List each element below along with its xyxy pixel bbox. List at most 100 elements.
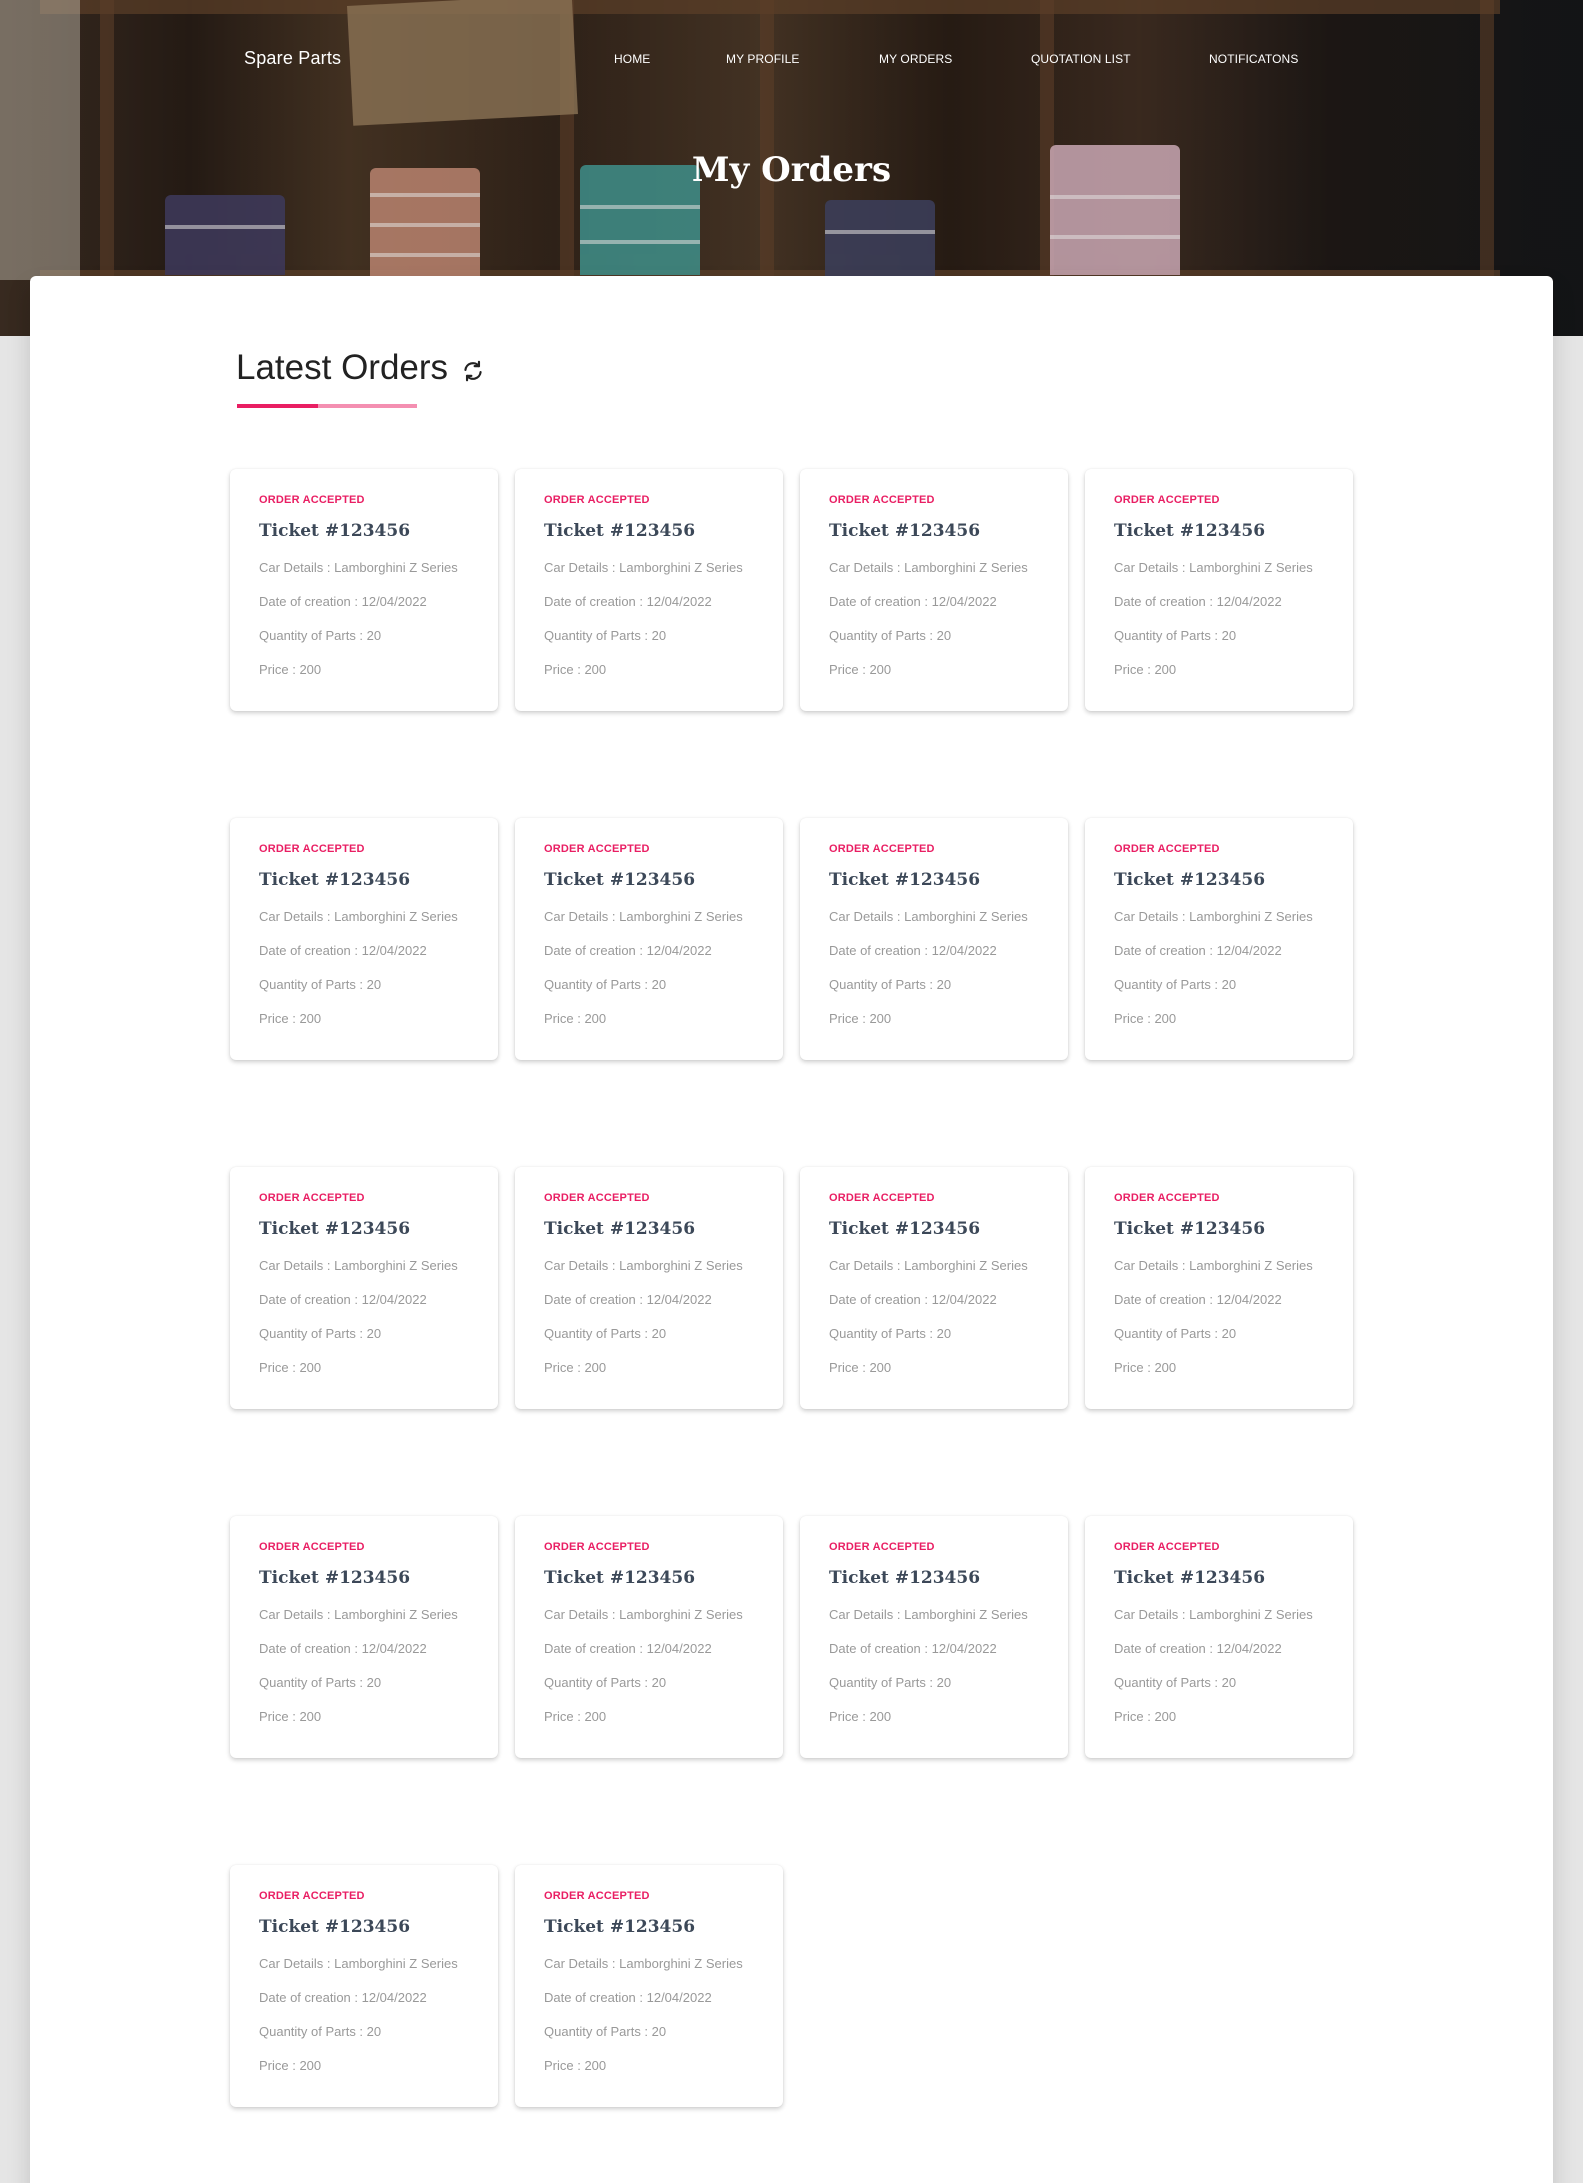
order-price: Price : 200 <box>829 662 892 677</box>
order-card[interactable]: ORDER ACCEPTED Ticket #123456 Car Detail… <box>1085 469 1353 711</box>
order-price: Price : 200 <box>1114 1709 1177 1724</box>
order-status-label: ORDER ACCEPTED <box>544 1192 650 1204</box>
nav-notifications[interactable]: NOTIFICATONS <box>1209 52 1298 66</box>
car-details: Car Details : Lamborghini Z Series <box>544 1607 743 1622</box>
ticket-number: Ticket #123456 <box>1114 1219 1266 1239</box>
parts-quantity: Quantity of Parts : 20 <box>1114 1675 1237 1690</box>
creation-date: Date of creation : 12/04/2022 <box>829 594 997 609</box>
order-status-label: ORDER ACCEPTED <box>259 494 365 506</box>
order-card[interactable]: ORDER ACCEPTED Ticket #123456 Car Detail… <box>515 1167 783 1409</box>
car-details: Car Details : Lamborghini Z Series <box>259 560 458 575</box>
order-status-label: ORDER ACCEPTED <box>259 1541 365 1553</box>
order-price: Price : 200 <box>544 1360 607 1375</box>
ticket-number: Ticket #123456 <box>544 521 696 541</box>
parts-quantity: Quantity of Parts : 20 <box>544 1326 667 1341</box>
parts-quantity: Quantity of Parts : 20 <box>829 1326 952 1341</box>
order-card[interactable]: ORDER ACCEPTED Ticket #123456 Car Detail… <box>515 469 783 711</box>
order-price: Price : 200 <box>1114 662 1177 677</box>
order-price: Price : 200 <box>829 1011 892 1026</box>
top-navbar: Spare Parts HOME MY PROFILE MY ORDERS QU… <box>0 44 1583 74</box>
order-card[interactable]: ORDER ACCEPTED Ticket #123456 Car Detail… <box>800 469 1068 711</box>
ticket-number: Ticket #123456 <box>829 1568 981 1588</box>
order-status-label: ORDER ACCEPTED <box>259 1890 365 1902</box>
creation-date: Date of creation : 12/04/2022 <box>259 943 427 958</box>
order-card[interactable]: ORDER ACCEPTED Ticket #123456 Car Detail… <box>230 818 498 1060</box>
car-details: Car Details : Lamborghini Z Series <box>259 1956 458 1971</box>
order-card[interactable]: ORDER ACCEPTED Ticket #123456 Car Detail… <box>515 818 783 1060</box>
creation-date: Date of creation : 12/04/2022 <box>1114 1292 1282 1307</box>
creation-date: Date of creation : 12/04/2022 <box>259 1641 427 1656</box>
order-status-label: ORDER ACCEPTED <box>1114 494 1220 506</box>
order-price: Price : 200 <box>829 1709 892 1724</box>
ticket-number: Ticket #123456 <box>829 1219 981 1239</box>
order-card[interactable]: ORDER ACCEPTED Ticket #123456 Car Detail… <box>1085 818 1353 1060</box>
order-card[interactable]: ORDER ACCEPTED Ticket #123456 Car Detail… <box>230 1865 498 2107</box>
car-details: Car Details : Lamborghini Z Series <box>1114 1607 1313 1622</box>
creation-date: Date of creation : 12/04/2022 <box>259 1292 427 1307</box>
order-status-label: ORDER ACCEPTED <box>1114 1541 1220 1553</box>
creation-date: Date of creation : 12/04/2022 <box>544 1641 712 1656</box>
parts-quantity: Quantity of Parts : 20 <box>544 977 667 992</box>
car-details: Car Details : Lamborghini Z Series <box>1114 909 1313 924</box>
ticket-number: Ticket #123456 <box>259 1219 411 1239</box>
order-card[interactable]: ORDER ACCEPTED Ticket #123456 Car Detail… <box>800 1516 1068 1758</box>
creation-date: Date of creation : 12/04/2022 <box>829 943 997 958</box>
car-details: Car Details : Lamborghini Z Series <box>259 1607 458 1622</box>
order-card[interactable]: ORDER ACCEPTED Ticket #123456 Car Detail… <box>800 818 1068 1060</box>
order-price: Price : 200 <box>544 1709 607 1724</box>
parts-quantity: Quantity of Parts : 20 <box>259 1326 382 1341</box>
ticket-number: Ticket #123456 <box>544 1219 696 1239</box>
creation-date: Date of creation : 12/04/2022 <box>1114 1641 1282 1656</box>
nav-home[interactable]: HOME <box>614 52 650 66</box>
parts-quantity: Quantity of Parts : 20 <box>259 2024 382 2039</box>
order-card[interactable]: ORDER ACCEPTED Ticket #123456 Car Detail… <box>515 1865 783 2107</box>
order-card[interactable]: ORDER ACCEPTED Ticket #123456 Car Detail… <box>1085 1516 1353 1758</box>
order-status-label: ORDER ACCEPTED <box>829 1541 935 1553</box>
creation-date: Date of creation : 12/04/2022 <box>544 594 712 609</box>
order-card[interactable]: ORDER ACCEPTED Ticket #123456 Car Detail… <box>230 1516 498 1758</box>
creation-date: Date of creation : 12/04/2022 <box>829 1641 997 1656</box>
car-details: Car Details : Lamborghini Z Series <box>259 909 458 924</box>
order-card[interactable]: ORDER ACCEPTED Ticket #123456 Car Detail… <box>1085 1167 1353 1409</box>
car-details: Car Details : Lamborghini Z Series <box>1114 560 1313 575</box>
title-underline-light <box>318 404 417 408</box>
parts-quantity: Quantity of Parts : 20 <box>259 1675 382 1690</box>
title-underline-accent <box>237 404 318 408</box>
parts-quantity: Quantity of Parts : 20 <box>1114 1326 1237 1341</box>
parts-quantity: Quantity of Parts : 20 <box>1114 977 1237 992</box>
ticket-number: Ticket #123456 <box>829 521 981 541</box>
ticket-number: Ticket #123456 <box>259 1568 411 1588</box>
order-card[interactable]: ORDER ACCEPTED Ticket #123456 Car Detail… <box>230 1167 498 1409</box>
ticket-number: Ticket #123456 <box>544 870 696 890</box>
order-card[interactable]: ORDER ACCEPTED Ticket #123456 Car Detail… <box>800 1167 1068 1409</box>
order-price: Price : 200 <box>259 1709 322 1724</box>
order-status-label: ORDER ACCEPTED <box>829 843 935 855</box>
order-price: Price : 200 <box>259 1011 322 1026</box>
order-price: Price : 200 <box>259 662 322 677</box>
order-price: Price : 200 <box>259 2058 322 2073</box>
order-price: Price : 200 <box>259 1360 322 1375</box>
refresh-icon[interactable] <box>460 358 486 384</box>
parts-quantity: Quantity of Parts : 20 <box>829 628 952 643</box>
creation-date: Date of creation : 12/04/2022 <box>544 943 712 958</box>
order-card[interactable]: ORDER ACCEPTED Ticket #123456 Car Detail… <box>515 1516 783 1758</box>
order-card[interactable]: ORDER ACCEPTED Ticket #123456 Car Detail… <box>230 469 498 711</box>
car-details: Car Details : Lamborghini Z Series <box>829 909 1028 924</box>
order-price: Price : 200 <box>829 1360 892 1375</box>
nav-my-profile[interactable]: MY PROFILE <box>726 52 799 66</box>
parts-quantity: Quantity of Parts : 20 <box>544 628 667 643</box>
car-details: Car Details : Lamborghini Z Series <box>544 909 743 924</box>
ticket-number: Ticket #123456 <box>1114 870 1266 890</box>
creation-date: Date of creation : 12/04/2022 <box>544 1990 712 2005</box>
order-price: Price : 200 <box>544 2058 607 2073</box>
parts-quantity: Quantity of Parts : 20 <box>829 977 952 992</box>
page-title: My Orders <box>691 150 892 190</box>
nav-quotation-list[interactable]: QUOTATION LIST <box>1031 52 1131 66</box>
brand-link[interactable]: Spare Parts <box>244 48 341 69</box>
order-price: Price : 200 <box>1114 1360 1177 1375</box>
car-details: Car Details : Lamborghini Z Series <box>544 1956 743 1971</box>
ticket-number: Ticket #123456 <box>544 1917 696 1937</box>
ticket-number: Ticket #123456 <box>1114 521 1266 541</box>
nav-my-orders[interactable]: MY ORDERS <box>879 52 952 66</box>
order-price: Price : 200 <box>544 662 607 677</box>
